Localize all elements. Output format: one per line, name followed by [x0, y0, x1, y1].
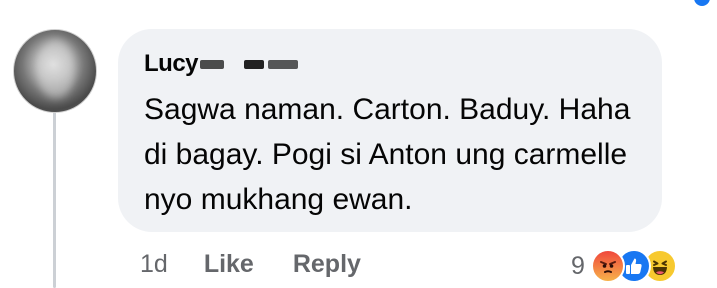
angry-icon: [590, 249, 625, 283]
like-button[interactable]: Like: [204, 250, 254, 279]
author-name[interactable]: Lucy: [144, 50, 199, 78]
comment-timestamp[interactable]: 1d: [140, 250, 168, 279]
notification-dot: [694, 0, 710, 6]
reply-button[interactable]: Reply: [293, 250, 361, 279]
comment-actions: 1d Like Reply: [140, 247, 361, 281]
redacted-name-mark: [200, 59, 225, 69]
reaction-count[interactable]: 9: [571, 252, 585, 281]
author-row: Lucy: [144, 50, 299, 78]
reaction-summary[interactable]: 9: [571, 248, 677, 284]
reply-thread-line: [53, 104, 56, 288]
redacted-name-mark: [268, 59, 299, 69]
comment-bubble: Lucy Sagwa naman. Carton. Baduy. Haha di…: [118, 29, 662, 232]
avatar[interactable]: [13, 29, 97, 113]
redacted-name-mark: [244, 59, 265, 69]
comment-text: Sagwa naman. Carton. Baduy. Haha di baga…: [144, 93, 631, 216]
